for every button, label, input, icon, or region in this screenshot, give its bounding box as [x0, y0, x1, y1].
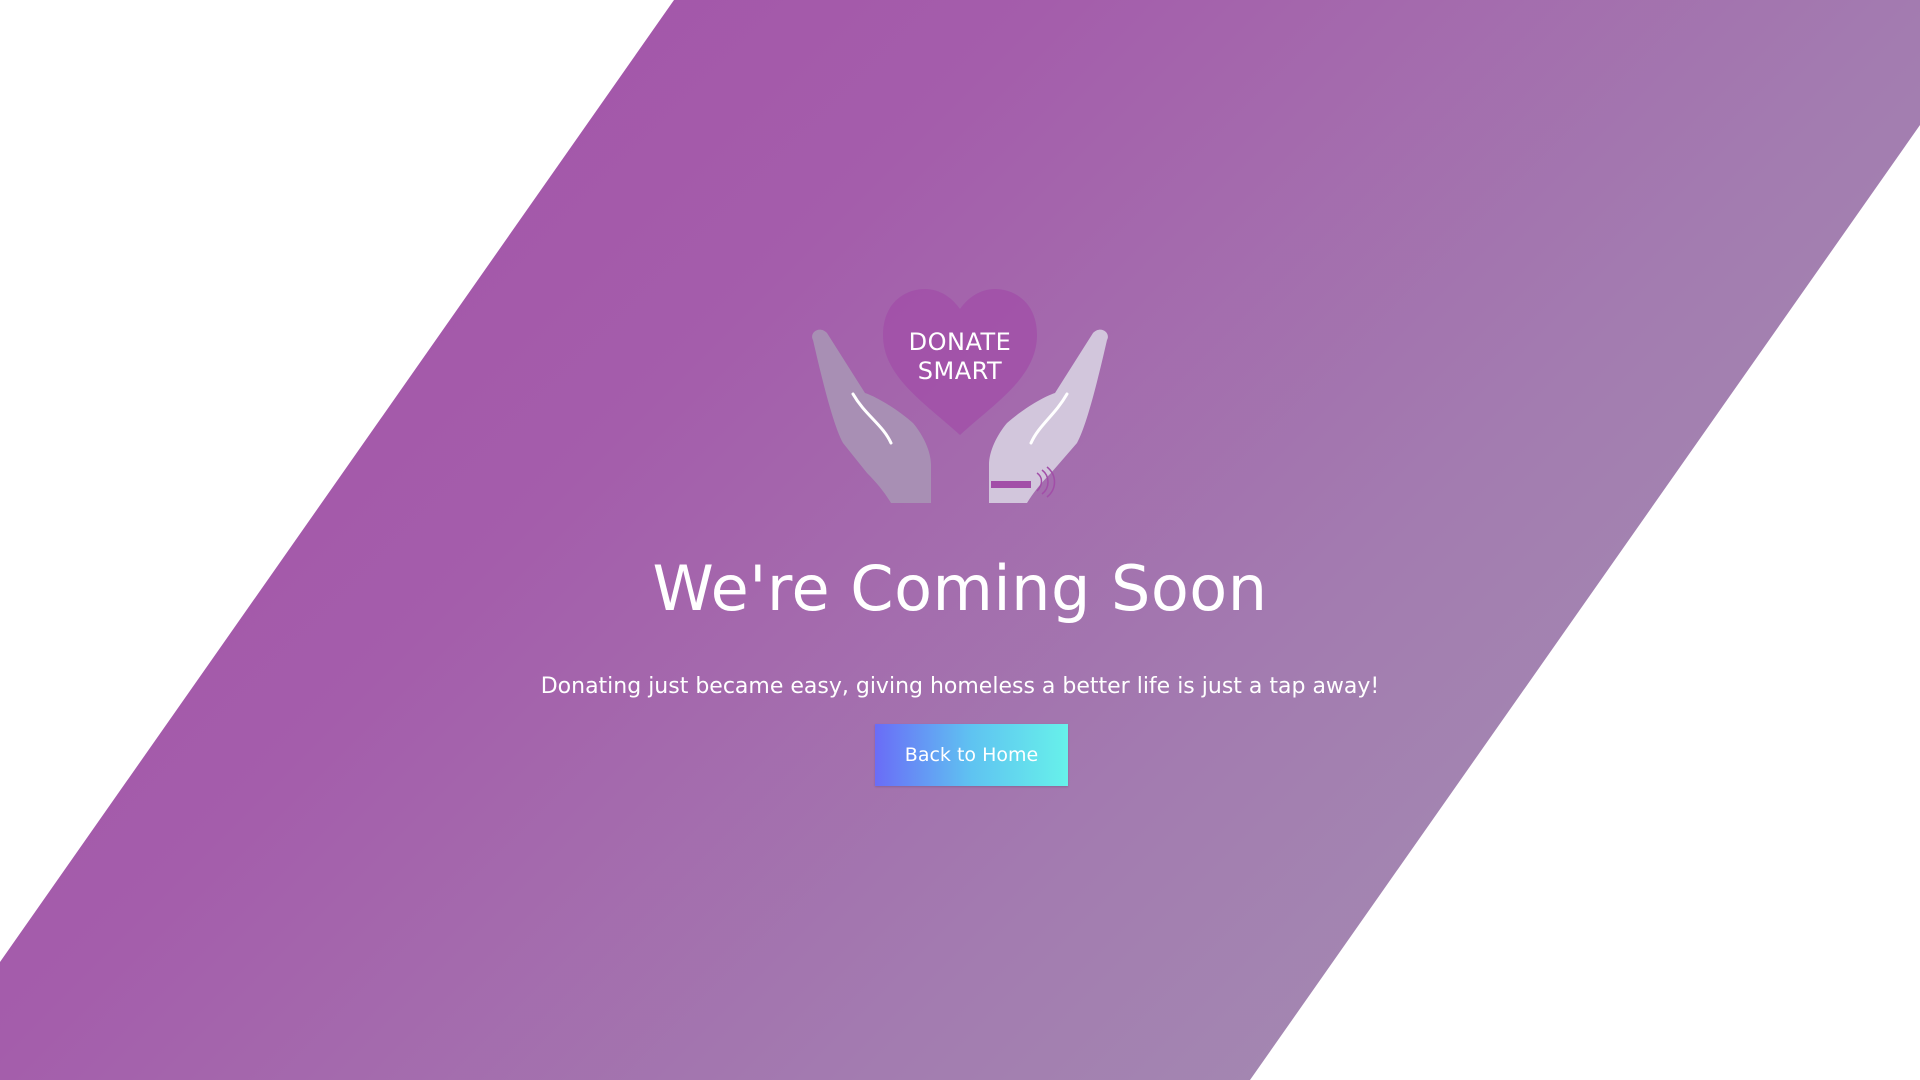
logo-text-smart: SMART — [917, 357, 1003, 385]
page-title: We're Coming Soon — [652, 552, 1268, 625]
hands-holding-heart-icon — [812, 289, 1108, 503]
logo-text-donate: DONATE — [908, 328, 1012, 356]
donate-smart-logo: DONATE SMART — [805, 285, 1115, 510]
page-subtitle: Donating just became easy, giving homele… — [540, 674, 1380, 699]
back-to-home-button[interactable]: Back to Home — [875, 724, 1068, 786]
main-content: DONATE SMART We're Coming Soon Donating … — [0, 0, 1920, 1080]
coming-soon-page: DONATE SMART We're Coming Soon Donating … — [0, 0, 1920, 1080]
